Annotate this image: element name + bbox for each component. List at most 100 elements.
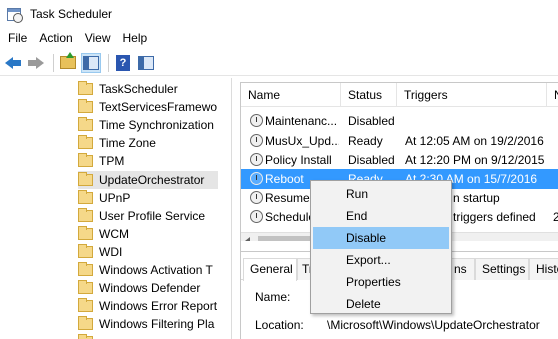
task-name: Policy Install: [265, 153, 332, 167]
folder-icon: [78, 135, 93, 149]
context-menu-delete[interactable]: Delete: [313, 293, 449, 315]
tree-item-label: Windows Defender: [99, 281, 201, 295]
tree-item-textservicesframework[interactable]: TextServicesFramewo: [78, 98, 217, 116]
task-clock-icon: [250, 153, 263, 166]
context-menu-end[interactable]: End: [313, 205, 449, 227]
task-status: Disabled: [348, 153, 395, 167]
tree-item-label: Windows Activation T: [99, 263, 213, 277]
tree-item-windows-error-reporting[interactable]: Windows Error Report: [78, 297, 217, 315]
task-clock-icon: [250, 114, 263, 127]
context-menu-disable[interactable]: Disable: [313, 227, 449, 249]
task-next-run: 2: [553, 210, 558, 224]
tree-item-taskscheduler[interactable]: TaskScheduler: [78, 80, 178, 98]
tree-item-user-profile-service[interactable]: User Profile Service: [78, 207, 205, 225]
tree-item-label: TPM: [99, 154, 125, 168]
tree-item-label: User Profile Service: [99, 209, 206, 223]
tree-item-updateorchestrator[interactable]: UpdateOrchestrator: [78, 171, 218, 189]
tree-item-label: Time Synchronization: [99, 118, 214, 132]
tree-item-label: Windows Error Report: [99, 299, 218, 313]
tree-item-windows-filtering-platform[interactable]: Windows Filtering Pla: [78, 315, 214, 333]
tree-item-label: TaskScheduler: [99, 82, 178, 96]
tab-history[interactable]: Histo: [529, 258, 558, 280]
tree-item-label: WCM: [99, 227, 129, 241]
folder-icon: [78, 190, 93, 204]
console-tree[interactable]: TaskScheduler TextServicesFramewo Time S…: [0, 78, 232, 339]
tab-conditions[interactable]: ns: [449, 258, 475, 280]
location-value: \Microsoft\Windows\UpdateOrchestrator: [327, 318, 540, 332]
tree-item-wcm[interactable]: WCM: [78, 225, 129, 243]
task-triggers: n startup: [453, 191, 500, 205]
folder-icon: [78, 244, 93, 258]
folder-icon: [78, 153, 93, 167]
location-label: Location:: [255, 318, 304, 332]
context-menu-properties[interactable]: Properties: [313, 271, 449, 293]
back-button[interactable]: [3, 53, 23, 73]
task-scheduler-app-icon: [7, 6, 23, 23]
tree-item-time-synchronization[interactable]: Time Synchronization: [78, 116, 214, 134]
folder-icon: [78, 262, 93, 276]
task-triggers: [405, 111, 555, 131]
menu-file[interactable]: File: [2, 28, 33, 49]
name-label: Name:: [255, 290, 291, 304]
window-title: Task Scheduler: [30, 7, 113, 21]
folder-icon: [78, 226, 93, 240]
task-triggers: At 12:05 AM on 19/2/2016: [405, 134, 544, 148]
folder-icon: [78, 81, 93, 95]
column-header-next[interactable]: N: [547, 83, 558, 107]
folder-icon: [78, 298, 93, 312]
task-clock-icon: [250, 172, 263, 185]
folder-icon: [78, 117, 93, 131]
task-triggers: At 12:20 PM on 9/12/2015: [405, 153, 545, 167]
forward-button[interactable]: [26, 53, 46, 73]
tree-item-label: UPnP: [99, 191, 131, 205]
column-header-status[interactable]: Status: [341, 83, 397, 107]
context-menu: Run End Disable Export... Properties Del…: [310, 180, 452, 314]
menu-bar: File Action View Help: [0, 28, 558, 49]
forward-arrow-icon: [28, 56, 44, 69]
tree-item-windows-activation[interactable]: Windows Activation T: [78, 261, 213, 279]
menu-action[interactable]: Action: [33, 28, 78, 49]
folder-icon: [78, 208, 93, 222]
back-arrow-icon: [5, 56, 21, 69]
menu-help[interactable]: Help: [117, 28, 154, 49]
toolbar: ?: [0, 50, 558, 76]
context-menu-run[interactable]: Run: [313, 183, 449, 205]
context-menu-export[interactable]: Export...: [313, 249, 449, 271]
task-name: Maintenanc...: [265, 114, 338, 128]
table-row[interactable]: MusUx_Upd... Ready At 12:05 AM on 19/2/2…: [241, 131, 558, 151]
toolbar-separator: [108, 53, 109, 72]
title-bar: Task Scheduler: [0, 0, 558, 28]
show-hide-action-pane-button[interactable]: [136, 53, 156, 73]
task-list-header: Name Status Triggers N: [241, 83, 558, 107]
menu-view[interactable]: View: [79, 28, 117, 49]
task-status: Ready: [348, 134, 383, 148]
tree-item-upnp[interactable]: UPnP: [78, 189, 130, 207]
folder-icon: [78, 172, 93, 186]
tab-general[interactable]: General: [243, 258, 297, 281]
scroll-left-arrow-icon[interactable]: [245, 237, 250, 241]
task-clock-icon: [250, 210, 263, 223]
tree-item-windows-defender[interactable]: Windows Defender: [78, 279, 200, 297]
column-header-name[interactable]: Name: [241, 83, 341, 107]
tree-item-label: Time Zone: [99, 136, 156, 150]
help-button[interactable]: ?: [113, 53, 133, 73]
table-row[interactable]: Policy Install Disabled At 12:20 PM on 9…: [241, 150, 558, 170]
task-clock-icon: [250, 134, 263, 147]
folder-icon: [78, 316, 93, 330]
tree-item-label: Windows Filtering Pla: [99, 317, 215, 331]
table-row[interactable]: Maintenanc... Disabled: [241, 111, 558, 131]
tab-settings[interactable]: Settings: [475, 258, 529, 280]
tree-item-partial: [78, 333, 99, 339]
column-header-triggers[interactable]: Triggers: [397, 83, 547, 107]
tree-item-label: TextServicesFramewo: [99, 100, 218, 114]
show-hide-console-tree-button[interactable]: [81, 52, 101, 73]
folder-icon: [78, 99, 93, 113]
tree-item-tpm[interactable]: TPM: [78, 152, 124, 170]
task-name: MusUx_Upd...: [265, 134, 339, 148]
tree-item-time-zone[interactable]: Time Zone: [78, 134, 156, 152]
action-pane-icon: [138, 55, 154, 70]
up-one-level-button[interactable]: [58, 52, 78, 73]
task-clock-icon: [250, 191, 263, 204]
tree-item-wdi[interactable]: WDI: [78, 243, 122, 261]
folder-icon: [78, 280, 93, 294]
